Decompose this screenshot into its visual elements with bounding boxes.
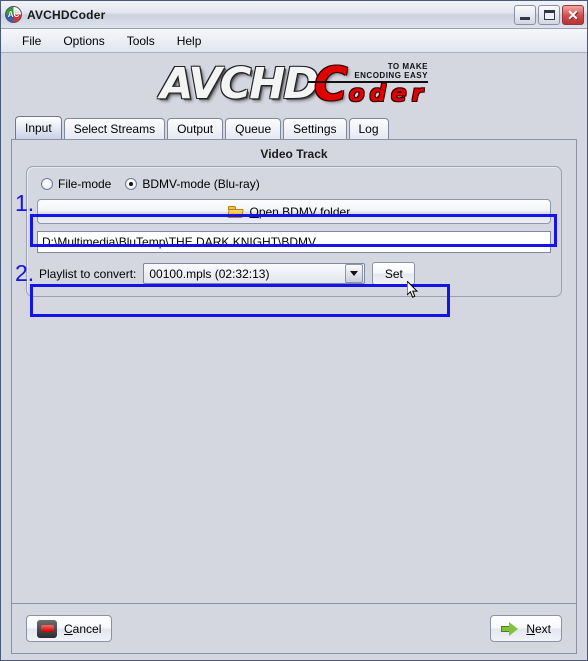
minimize-icon [520, 16, 530, 20]
menu-item-file[interactable]: File [11, 32, 52, 50]
next-label: Next [526, 622, 551, 636]
menu-item-help[interactable]: Help [166, 32, 213, 50]
open-bdmv-folder-button[interactable]: Open BDMV folder... [37, 199, 551, 224]
logo-tagline-line2: ENCODING EASY [354, 71, 428, 80]
logo-text-oder: oder [348, 81, 428, 107]
playlist-select[interactable]: 00100.mpls (02:32:13) [143, 263, 366, 284]
tab-output[interactable]: Output [167, 118, 224, 139]
logo-tagline: TO MAKE ENCODING EASY [307, 62, 428, 83]
tab-queue[interactable]: Queue [225, 118, 282, 139]
playlist-selected-value: 00100.mpls (02:32:13) [149, 266, 270, 281]
close-icon: ✕ [567, 6, 579, 23]
radio-bdmv-mode-label: BDMV-mode (Blu-ray) [142, 177, 260, 191]
logo-banner: AVCHD C oder TO MAKE ENCODING EASY [1, 53, 587, 115]
input-tab-panel: Video Track File-mode BDMV-mode (Blu-ray… [11, 139, 577, 604]
menu-item-options[interactable]: Options [52, 32, 115, 50]
window-controls: ✕ [514, 4, 584, 25]
playlist-label: Playlist to convert: [39, 266, 137, 281]
tab-select-streams[interactable]: Select Streams [63, 118, 166, 139]
open-bdmv-folder-rest: pen BDMV folder... [258, 204, 360, 219]
tab-input[interactable]: Input [15, 116, 62, 139]
app-icon [5, 6, 22, 23]
radio-bdmv-mode-indicator [125, 178, 138, 190]
playlist-row: Playlist to convert: 00100.mpls (02:32:1… [37, 262, 551, 285]
radio-file-mode-indicator [41, 178, 53, 190]
close-button[interactable]: ✕ [562, 4, 584, 25]
radio-file-mode-label: File-mode [58, 177, 112, 191]
page-title: Video Track [260, 147, 328, 161]
next-arrow-icon [501, 620, 520, 637]
tab-strip: Input Select Streams Output Queue Settin… [1, 115, 587, 139]
menu-bar: File Options Tools Help [1, 29, 587, 53]
tab-settings[interactable]: Settings [283, 118, 347, 139]
mode-radio-group: File-mode BDMV-mode (Blu-ray) [41, 177, 551, 191]
next-rest: ext [534, 621, 551, 636]
maximize-icon [544, 9, 555, 20]
radio-bdmv-mode[interactable]: BDMV-mode (Blu-ray) [125, 177, 260, 191]
maximize-button[interactable] [538, 4, 560, 25]
tab-log[interactable]: Log [348, 118, 389, 139]
annotation-number-step2: 2. [15, 260, 35, 286]
open-folder-icon [227, 205, 245, 218]
annotation-number-step1: 1. [15, 190, 35, 216]
window-title: AVCHDCoder [27, 7, 106, 22]
annotation-box-step2 [30, 284, 450, 317]
radio-file-mode[interactable]: File-mode [41, 177, 111, 191]
video-track-groupbox: File-mode BDMV-mode (Blu-ray) Open BDMV … [26, 166, 562, 317]
set-button[interactable]: Set [372, 262, 416, 285]
logo-tagline-line1: TO MAKE [387, 62, 428, 71]
open-bdmv-folder-mnemonic: O [249, 204, 259, 219]
cancel-button[interactable]: Cancel [26, 615, 113, 642]
avchdcoder-logo: AVCHD C oder TO MAKE ENCODING EASY [160, 60, 428, 108]
cancel-icon [37, 619, 57, 638]
next-mnemonic: N [526, 621, 535, 636]
chevron-down-icon[interactable] [345, 264, 364, 283]
cancel-mnemonic: C [64, 621, 73, 636]
logo-text-avchd: AVCHD [160, 58, 319, 109]
cancel-label: Cancel [64, 622, 101, 636]
bdmv-path-input[interactable]: D:\Multimedia\BluTemp\THE DARK KNIGHT\BD… [37, 231, 551, 253]
application-window: AVCHDCoder ✕ File Options Tools Help AVC… [0, 0, 588, 661]
title-bar: AVCHDCoder ✕ [1, 1, 587, 29]
cancel-rest: ancel [72, 621, 102, 636]
menu-item-tools[interactable]: Tools [116, 32, 166, 50]
open-bdmv-folder-label: Open BDMV folder... [249, 205, 359, 219]
footer-bar: Cancel Next [11, 604, 577, 654]
minimize-button[interactable] [514, 4, 536, 25]
next-button[interactable]: Next [490, 615, 562, 642]
